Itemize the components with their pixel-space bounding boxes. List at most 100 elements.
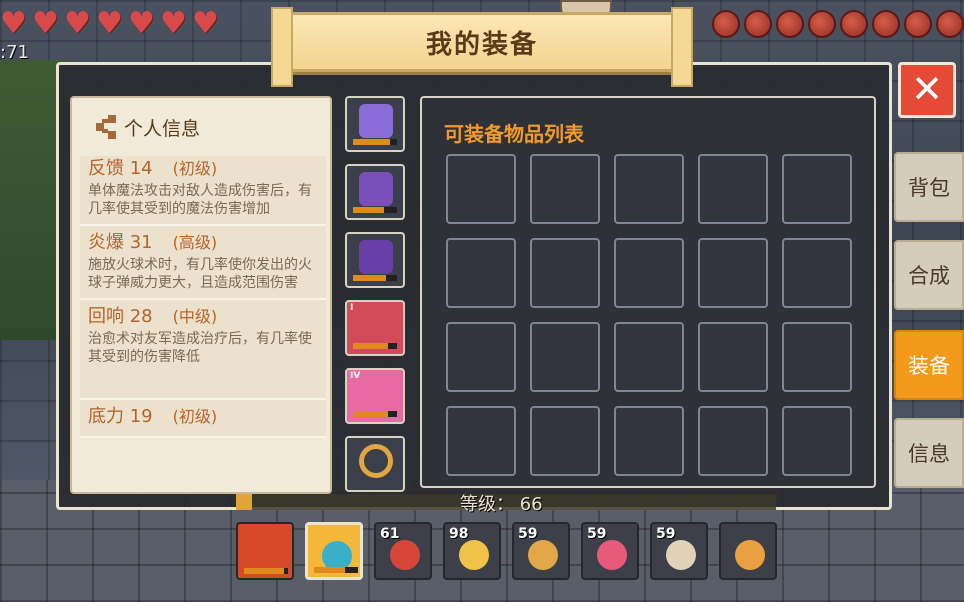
personal-info-panel[interactable]: 个人信息 反馈 14 (初级) 单体魔法攻击对敌人造成伤害后，有几率使其受到的魔法伤… bbox=[70, 96, 332, 494]
item-slot[interactable] bbox=[782, 322, 852, 392]
item-slot[interactable] bbox=[614, 406, 684, 476]
durability-bar bbox=[314, 567, 345, 573]
equipment-slot[interactable] bbox=[345, 96, 405, 152]
hotbar-slot[interactable]: 59 bbox=[650, 522, 708, 580]
meat-icon bbox=[390, 540, 420, 570]
wings-icon bbox=[359, 376, 393, 410]
item-slot[interactable] bbox=[698, 322, 768, 392]
item-slot[interactable] bbox=[446, 238, 516, 308]
skill-level: (中级) bbox=[172, 307, 218, 326]
hud-stat-text: :71 bbox=[0, 42, 29, 63]
hotbar-slot[interactable] bbox=[236, 522, 294, 580]
durability-bar bbox=[353, 411, 389, 417]
item-count: 59 bbox=[587, 526, 607, 542]
durability-bar bbox=[353, 343, 389, 349]
equipped-slots: I IV bbox=[345, 96, 407, 504]
skill-header: 炎爆 31 (高级) bbox=[88, 228, 318, 254]
flower-cookie-icon bbox=[459, 540, 489, 570]
item-slot[interactable] bbox=[446, 322, 516, 392]
item-slot[interactable] bbox=[782, 406, 852, 476]
item-slot[interactable] bbox=[446, 154, 516, 224]
item-slot[interactable] bbox=[614, 154, 684, 224]
skill-list[interactable]: 反馈 14 (初级) 单体魔法攻击对敌人造成伤害后，有几率使其受到的魔法伤害增加炎爆… bbox=[80, 144, 326, 438]
level-progress-fill bbox=[236, 494, 253, 510]
tab-0[interactable]: 背包 bbox=[894, 152, 964, 222]
item-slot[interactable] bbox=[614, 238, 684, 308]
leggings-icon bbox=[359, 240, 393, 274]
item-count: 59 bbox=[518, 526, 538, 542]
hunger-bar bbox=[712, 10, 964, 38]
heart-icon: ♥ bbox=[0, 6, 27, 41]
heart-icon: ♥ bbox=[32, 6, 59, 41]
item-slot[interactable] bbox=[782, 154, 852, 224]
item-slot[interactable] bbox=[698, 154, 768, 224]
hotbar-slot[interactable] bbox=[305, 522, 363, 580]
item-count: 59 bbox=[656, 526, 676, 542]
hunger-meat-icon bbox=[936, 10, 964, 38]
item-slot[interactable] bbox=[698, 406, 768, 476]
soup-bowl-icon bbox=[666, 540, 696, 570]
hunger-meat-icon bbox=[744, 10, 772, 38]
hunger-meat-icon bbox=[872, 10, 900, 38]
heart-icon: ♥ bbox=[128, 6, 155, 41]
close-icon: ✕ bbox=[911, 67, 943, 111]
tier-label: I bbox=[350, 303, 354, 313]
skill-header: 底力 19 (初级) bbox=[88, 402, 318, 428]
hotbar-slot[interactable]: 61 bbox=[374, 522, 432, 580]
item-slot[interactable] bbox=[530, 406, 600, 476]
skill-name: 回响 28 bbox=[88, 306, 153, 327]
equipment-slot[interactable] bbox=[345, 164, 405, 220]
skill-description: 施放火球术时，有几率使你发出的火球子弹威力更大，且造成范围伤害 bbox=[88, 257, 312, 291]
item-slot[interactable] bbox=[614, 322, 684, 392]
hunger-meat-icon bbox=[776, 10, 804, 38]
skill-description: 单体魔法攻击对敌人造成伤害后，有几率使其受到的魔法伤害增加 bbox=[88, 183, 312, 217]
skill-name: 炎爆 31 bbox=[88, 232, 153, 253]
pie-icon bbox=[528, 540, 558, 570]
item-slot[interactable] bbox=[698, 238, 768, 308]
item-slot[interactable] bbox=[530, 238, 600, 308]
cocktail-icon bbox=[597, 540, 627, 570]
ring-icon bbox=[359, 444, 393, 478]
durability-bar bbox=[353, 207, 384, 213]
skill-entry[interactable]: 底力 19 (初级) bbox=[80, 400, 326, 438]
hotbar-slot[interactable]: 59 bbox=[512, 522, 570, 580]
item-count: 61 bbox=[380, 526, 400, 542]
tab-2[interactable]: 装备 bbox=[894, 330, 964, 400]
hotbar: 61 98 59 59 59 bbox=[236, 522, 777, 580]
skill-level: (高级) bbox=[172, 233, 218, 252]
share-icon bbox=[92, 113, 120, 141]
hotbar-slot[interactable] bbox=[719, 522, 777, 580]
skill-header: 反馈 14 (初级) bbox=[88, 154, 318, 180]
close-button[interactable]: ✕ bbox=[898, 62, 956, 118]
item-slot[interactable] bbox=[446, 406, 516, 476]
durability-bar bbox=[353, 275, 386, 281]
crown-icon bbox=[359, 104, 393, 138]
equippable-items-panel: 可装备物品列表 bbox=[420, 96, 876, 488]
tab-3[interactable]: 信息 bbox=[894, 418, 964, 488]
skill-entry[interactable]: 反馈 14 (初级) 单体魔法攻击对敌人造成伤害后，有几率使其受到的魔法伤害增加 bbox=[80, 152, 326, 226]
item-grid bbox=[446, 154, 852, 476]
equipment-slot[interactable] bbox=[345, 436, 405, 492]
heart-icon: ♥ bbox=[192, 6, 219, 41]
hunger-meat-icon bbox=[712, 10, 740, 38]
hunger-meat-icon bbox=[808, 10, 836, 38]
skill-entry[interactable]: 回响 28 (中级) 治愈术对友军造成治疗后，有几率使其受到的伤害降低 bbox=[80, 300, 326, 400]
title-banner: 我的装备 bbox=[271, 7, 693, 87]
skill-entry[interactable]: 炎爆 31 (高级) 施放火球术时，有几率使你发出的火球子弹威力更大，且造成范围伤害 bbox=[80, 226, 326, 300]
equipment-slot[interactable] bbox=[345, 232, 405, 288]
equippable-items-title: 可装备物品列表 bbox=[444, 122, 584, 146]
hotbar-slot[interactable]: 59 bbox=[581, 522, 639, 580]
skill-description: 治愈术对友军造成治疗后，有几率使其受到的伤害降低 bbox=[88, 331, 312, 365]
equipment-slot[interactable]: I bbox=[345, 300, 405, 356]
hunger-meat-icon bbox=[840, 10, 868, 38]
hotbar-slot[interactable]: 98 bbox=[443, 522, 501, 580]
info-title: 个人信息 bbox=[124, 117, 201, 140]
item-slot[interactable] bbox=[782, 238, 852, 308]
heart-icon: ♥ bbox=[96, 6, 123, 41]
durability-bar bbox=[244, 568, 284, 574]
item-slot[interactable] bbox=[530, 154, 600, 224]
item-slot[interactable] bbox=[530, 322, 600, 392]
jug-icon bbox=[735, 540, 765, 570]
tab-1[interactable]: 合成 bbox=[894, 240, 964, 310]
equipment-slot[interactable]: IV bbox=[345, 368, 405, 424]
